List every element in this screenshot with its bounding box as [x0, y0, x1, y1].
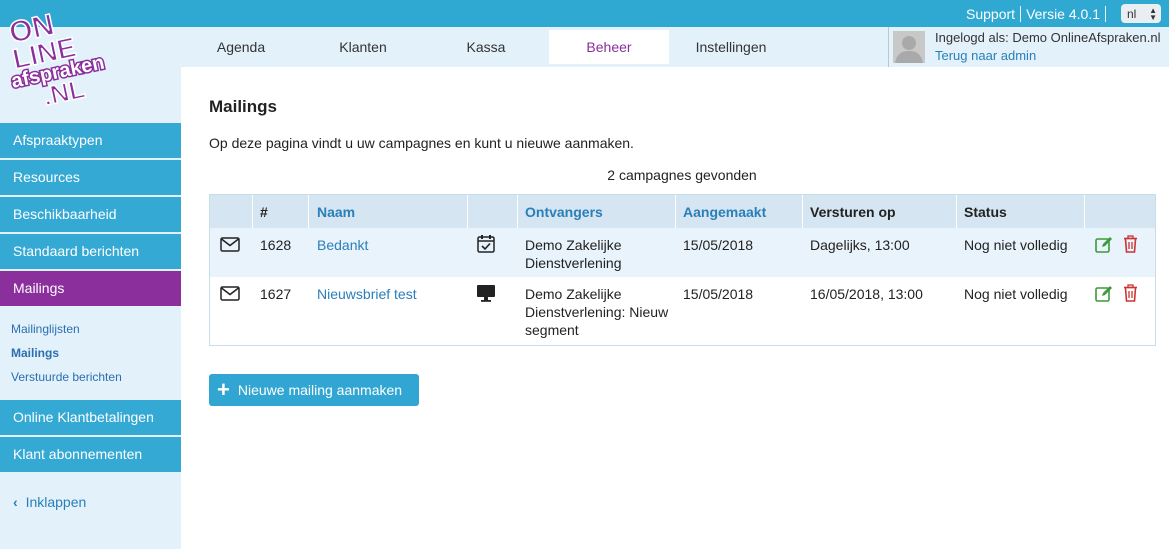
header-name[interactable]: Naam [317, 204, 355, 220]
divider [252, 195, 253, 228]
top-bar: Support Versie 4.0.1 nl ▲ ▼ [0, 0, 1169, 27]
divider [1084, 195, 1085, 228]
chevron-left-icon: ‹ [13, 494, 18, 510]
edit-icon[interactable] [1095, 285, 1113, 302]
page-title: Mailings [209, 97, 278, 116]
sidebar-item-klant-abonnementen[interactable]: Klant abonnementen [0, 437, 181, 472]
trash-icon[interactable] [1123, 235, 1138, 253]
campaign-count: 2 campagnes gevonden [607, 167, 757, 183]
collapse-button[interactable]: ‹ Inklappen [13, 494, 86, 510]
logo[interactable]: ON LINE afspraken .NL [6, 3, 118, 115]
row-recipients: Demo Zakelijke Dienstverlening: Nieuw se… [525, 285, 668, 339]
intro-text: Op deze pagina vindt u uw campagnes en k… [209, 135, 634, 151]
top-bar-right: Support Versie 4.0.1 nl ▲ ▼ [966, 0, 1161, 27]
row-send-at: Dagelijks, 13:00 [810, 237, 910, 253]
row-recipients-line: Dienstverlening: Nieuw [525, 304, 669, 320]
sidebar-item-online-klantbetalingen[interactable]: Online Klantbetalingen [0, 400, 181, 435]
version-label: Versie 4.0.1 [1026, 5, 1100, 22]
collapse-label: Inklappen [25, 494, 87, 510]
table-header: # Naam Ontvangers Aangemaakt Versturen o… [210, 195, 1155, 228]
tab-agenda[interactable]: Agenda [181, 30, 301, 64]
sub-item-verstuurde-berichten[interactable]: Verstuurde berichten [11, 370, 122, 384]
user-box: Ingelogd als: Demo OnlineAfspraken.nl Te… [888, 27, 1169, 67]
monitor-icon [477, 285, 495, 302]
divider [802, 195, 803, 228]
sidebar-item-standaard-berichten[interactable]: Standaard berichten [0, 234, 181, 269]
row-name-link[interactable]: Nieuwsbrief test [317, 285, 417, 303]
row-status: Nog niet volledig [964, 237, 1068, 253]
table-row[interactable]: 1628 Bedankt Demo Zakelijke Dienstverlen… [210, 228, 1155, 277]
row-recipients-line: Demo Zakelijke [525, 237, 622, 253]
row-recipients-line: segment [525, 322, 579, 338]
plus-icon: + [217, 377, 230, 402]
row-send-at: 16/05/2018, 13:00 [810, 286, 923, 302]
row-created: 15/05/2018 [683, 237, 754, 253]
row-id: 1628 [260, 237, 292, 253]
header-number: # [260, 204, 268, 220]
envelope-icon [220, 286, 240, 301]
divider [1105, 5, 1106, 22]
tab-beheer[interactable]: Beheer [549, 30, 669, 64]
tab-kassa[interactable]: Kassa [426, 30, 546, 64]
mailings-table: # Naam Ontvangers Aangemaakt Versturen o… [209, 194, 1156, 346]
main-content: Mailings Op deze pagina vindt u uw campa… [181, 67, 1169, 549]
edit-icon[interactable] [1095, 236, 1113, 253]
language-select[interactable]: nl ▲ ▼ [1121, 4, 1161, 23]
sidebar: ON LINE afspraken .NL Afspraaktypen Reso… [0, 8, 181, 549]
divider [517, 195, 518, 228]
row-recipients-line: Dienstverlening [525, 255, 622, 271]
back-to-admin-link[interactable]: Terug naar admin [935, 48, 1036, 63]
sidebar-item-afspraaktypen[interactable]: Afspraaktypen [0, 123, 181, 158]
header-send-at: Versturen op [810, 204, 896, 220]
trash-icon[interactable] [1123, 284, 1138, 302]
row-recipients-line: Demo Zakelijke [525, 286, 622, 302]
row-status: Nog niet volledig [964, 286, 1068, 302]
row-id: 1627 [260, 286, 292, 302]
divider [1020, 5, 1022, 22]
row-name-link[interactable]: Bedankt [317, 236, 368, 254]
row-recipients: Demo Zakelijke Dienstverlening [525, 236, 622, 272]
main-nav: Agenda Klanten Kassa Beheer Instellingen [181, 27, 888, 67]
sub-item-mailinglijsten[interactable]: Mailinglijsten [11, 322, 80, 336]
table-row[interactable]: 1627 Nieuwsbrief test Demo Zakelijke Die… [210, 277, 1155, 345]
language-value: nl [1127, 6, 1137, 21]
new-mailing-label: Nieuwe mailing aanmaken [237, 382, 403, 398]
envelope-icon [220, 237, 240, 252]
support-link[interactable]: Support [966, 6, 1015, 22]
select-arrows-icon: ▲ ▼ [1149, 5, 1157, 22]
new-mailing-button[interactable]: + Nieuwe mailing aanmaken [209, 374, 419, 406]
row-created: 15/05/2018 [683, 286, 754, 302]
user-silhouette-icon [895, 36, 923, 63]
header-recipients[interactable]: Ontvangers [525, 204, 603, 220]
header-created[interactable]: Aangemaakt [683, 204, 766, 220]
tab-instellingen[interactable]: Instellingen [671, 30, 791, 64]
avatar [893, 31, 925, 63]
divider [675, 195, 676, 228]
sidebar-item-mailings[interactable]: Mailings [0, 271, 181, 306]
sidebar-item-resources[interactable]: Resources [0, 160, 181, 195]
header-status: Status [964, 204, 1007, 220]
sidebar-item-beschikbaarheid[interactable]: Beschikbaarheid [0, 197, 181, 232]
divider [308, 195, 309, 228]
divider [956, 195, 957, 228]
divider [467, 195, 468, 228]
logged-in-label: Ingelogd als: Demo OnlineAfspraken.nl [935, 30, 1161, 45]
sub-item-mailings[interactable]: Mailings [11, 346, 59, 360]
calendar-check-icon [477, 235, 495, 253]
tab-klanten[interactable]: Klanten [303, 30, 423, 64]
